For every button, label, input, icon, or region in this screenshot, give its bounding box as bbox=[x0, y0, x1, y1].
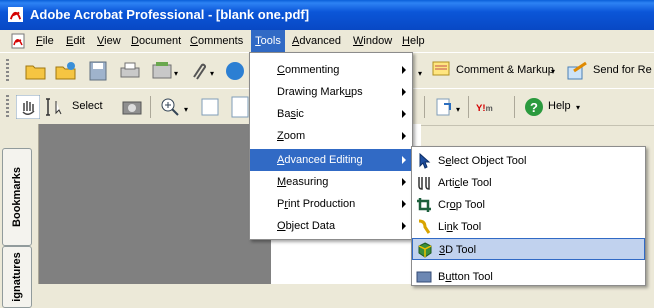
svg-text:?: ? bbox=[530, 100, 538, 115]
submenu-arrow-icon bbox=[402, 200, 406, 208]
zoom-in-icon[interactable] bbox=[158, 95, 182, 119]
link-tool-icon bbox=[418, 219, 431, 234]
svg-text:m: m bbox=[486, 104, 493, 113]
menu-item-commenting[interactable]: Commenting bbox=[250, 59, 412, 81]
search-globe-icon[interactable] bbox=[222, 59, 246, 83]
submenu-arrow-icon bbox=[402, 110, 406, 118]
actual-size-icon[interactable] bbox=[198, 95, 222, 119]
toolbar-separator bbox=[150, 96, 151, 118]
chevron-down-icon[interactable]: ▾ bbox=[418, 69, 422, 78]
toolbar-separator bbox=[424, 96, 425, 118]
menu-bar: File Edit View Document Comments Tools A… bbox=[0, 30, 654, 52]
chevron-down-icon[interactable]: ▾ bbox=[184, 105, 188, 114]
chevron-down-icon[interactable]: ▾ bbox=[456, 105, 460, 114]
submenu-arrow-icon bbox=[402, 66, 406, 74]
help-button[interactable]: Help bbox=[548, 100, 571, 112]
toolbar-grip[interactable] bbox=[6, 59, 9, 83]
hand-tool-icon[interactable] bbox=[16, 95, 40, 119]
snapshot-tool-icon[interactable] bbox=[120, 95, 144, 119]
menu-file[interactable]: File bbox=[36, 30, 54, 52]
submenu-arrow-icon bbox=[402, 222, 406, 230]
menu-item-select-object-tool[interactable]: Select Object Tool bbox=[412, 150, 645, 172]
menu-advanced[interactable]: Advanced bbox=[292, 30, 341, 52]
toolbar-separator bbox=[468, 96, 469, 118]
submenu-arrow-icon bbox=[402, 132, 406, 140]
tab-bookmarks[interactable]: Bookmarks bbox=[2, 148, 32, 246]
acrobat-logo-icon bbox=[8, 7, 23, 22]
menu-view[interactable]: View bbox=[97, 30, 121, 52]
svg-text:Y!: Y! bbox=[476, 103, 486, 114]
menu-item-3d-tool[interactable]: 3D Tool bbox=[412, 238, 645, 260]
comment-markup-button[interactable]: Comment & Markup bbox=[456, 64, 554, 76]
help-icon[interactable]: ? bbox=[522, 95, 546, 119]
document-icon[interactable] bbox=[10, 33, 26, 49]
chevron-down-icon[interactable]: ▾ bbox=[551, 67, 555, 76]
toolbar-grip[interactable] bbox=[6, 95, 9, 119]
tab-signatures[interactable]: ignatures bbox=[2, 246, 32, 308]
menu-item-article-tool[interactable]: Article Tool bbox=[412, 172, 645, 194]
menu-item-object-data[interactable]: Object Data bbox=[250, 215, 412, 237]
menu-item-crop-tool[interactable]: Crop Tool bbox=[412, 194, 645, 216]
menu-item-link-tool[interactable]: Link Tool bbox=[412, 216, 645, 238]
send-for-review-icon[interactable] bbox=[565, 59, 589, 83]
menu-edit[interactable]: Edit bbox=[66, 30, 85, 52]
tools-menu: Commenting Drawing Markups Basic Zoom Ad… bbox=[249, 52, 413, 240]
navigation-pane: Bookmarks ignatures bbox=[0, 124, 39, 308]
submenu-arrow-icon bbox=[402, 156, 406, 164]
yahoo-search-icon[interactable]: Y! m bbox=[476, 95, 500, 119]
menu-window[interactable]: Window bbox=[353, 30, 392, 52]
select-tool-button[interactable]: Select bbox=[72, 100, 103, 112]
advanced-editing-submenu: Select Object Tool Article Tool Crop Too… bbox=[411, 146, 646, 286]
menu-document[interactable]: Document bbox=[131, 30, 181, 52]
menu-item-zoom[interactable]: Zoom bbox=[250, 125, 412, 147]
submenu-arrow-icon bbox=[402, 88, 406, 96]
menu-item-print-production[interactable]: Print Production bbox=[250, 193, 412, 215]
save-icon[interactable] bbox=[86, 59, 110, 83]
organizer-icon[interactable] bbox=[54, 59, 78, 83]
crop-tool-icon bbox=[417, 198, 431, 212]
menu-item-basic[interactable]: Basic bbox=[250, 103, 412, 125]
submenu-arrow-icon bbox=[402, 178, 406, 186]
print-icon[interactable] bbox=[118, 59, 142, 83]
rotate-view-icon[interactable] bbox=[432, 95, 456, 119]
open-folder-icon[interactable] bbox=[24, 59, 48, 83]
3d-tool-icon bbox=[418, 242, 432, 258]
chevron-down-icon[interactable]: ▾ bbox=[174, 69, 178, 78]
article-tool-icon bbox=[418, 177, 430, 190]
menu-tools[interactable]: Tools bbox=[251, 30, 285, 52]
document-area[interactable] bbox=[39, 124, 271, 284]
window-title: Adobe Acrobat Professional - [blank one.… bbox=[30, 7, 310, 22]
comment-markup-icon[interactable] bbox=[430, 59, 454, 83]
menu-item-advanced-editing[interactable]: Advanced Editing bbox=[250, 149, 412, 171]
menu-comments[interactable]: Comments bbox=[190, 30, 243, 52]
send-for-review-button[interactable]: Send for Re bbox=[593, 64, 652, 76]
select-tool-icon[interactable] bbox=[44, 95, 68, 119]
chevron-down-icon[interactable]: ▾ bbox=[210, 69, 214, 78]
toolbar-separator bbox=[514, 96, 515, 118]
menu-help[interactable]: Help bbox=[402, 30, 425, 52]
menu-item-measuring[interactable]: Measuring bbox=[250, 171, 412, 193]
chevron-down-icon[interactable]: ▾ bbox=[576, 103, 580, 112]
arrow-cursor-icon bbox=[419, 153, 431, 169]
email-icon[interactable] bbox=[150, 59, 174, 83]
title-bar: Adobe Acrobat Professional - [blank one.… bbox=[0, 0, 654, 30]
menu-item-drawing-markups[interactable]: Drawing Markups bbox=[250, 81, 412, 103]
button-tool-icon bbox=[416, 271, 432, 283]
menu-item-button-tool[interactable]: Button Tool bbox=[412, 266, 645, 288]
attach-icon[interactable] bbox=[186, 59, 210, 83]
